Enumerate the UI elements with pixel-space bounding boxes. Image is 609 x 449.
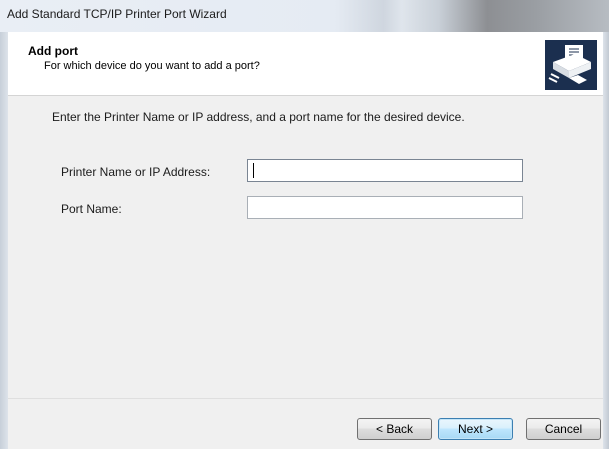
page-subtitle: For which device do you want to add a po…: [44, 60, 260, 72]
back-button[interactable]: < Back: [357, 418, 432, 440]
wizard-header: Add port For which device do you want to…: [8, 32, 603, 96]
window-frame-right: [603, 32, 609, 449]
wizard-footer: [8, 399, 603, 449]
title-bar[interactable]: Add Standard TCP/IP Printer Port Wizard: [0, 0, 609, 32]
page-title: Add port: [28, 44, 78, 58]
printer-name-input[interactable]: [247, 159, 523, 182]
cancel-button[interactable]: Cancel: [526, 418, 601, 440]
port-name-label: Port Name:: [61, 202, 122, 216]
window-frame-left: [0, 32, 8, 449]
window-title: Add Standard TCP/IP Printer Port Wizard: [7, 7, 227, 21]
port-name-input[interactable]: [247, 196, 523, 219]
text-caret: [253, 163, 254, 178]
next-button[interactable]: Next >: [438, 418, 513, 440]
wizard-body: Enter the Printer Name or IP address, an…: [8, 96, 603, 396]
printer-name-label: Printer Name or IP Address:: [61, 165, 211, 179]
wizard-window: Add Standard TCP/IP Printer Port Wizard …: [0, 0, 609, 449]
printer-port-icon: [545, 40, 597, 90]
instructions-text: Enter the Printer Name or IP address, an…: [52, 110, 465, 124]
